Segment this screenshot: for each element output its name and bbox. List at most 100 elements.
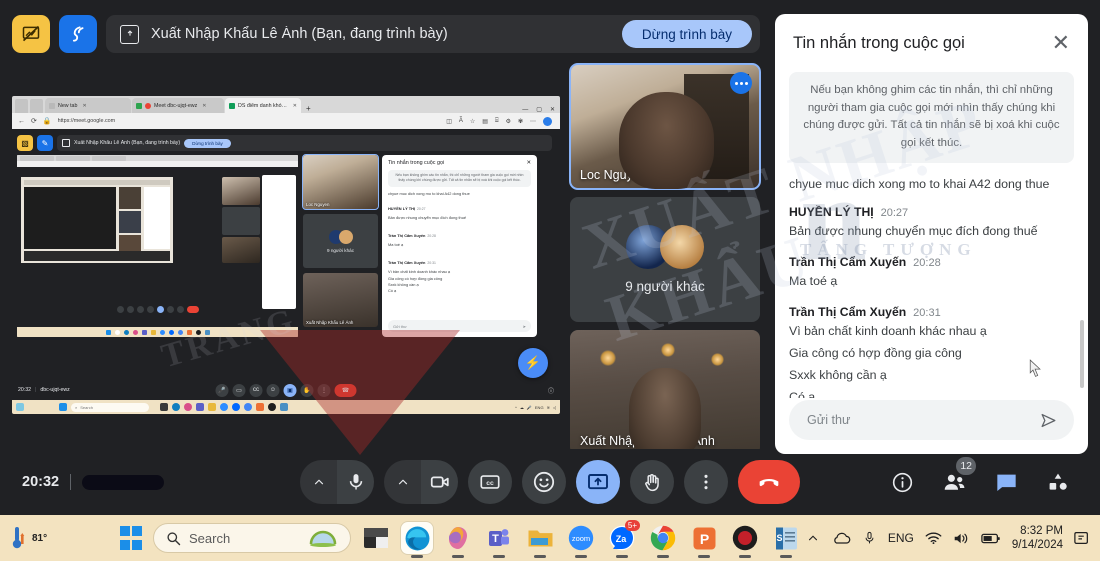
microphone-icon[interactable]	[337, 460, 374, 504]
participant-tile-loc-nguyen[interactable]: Loc Nguyen	[570, 64, 760, 189]
nested-tab-2-close-icon[interactable]: ✕	[202, 103, 206, 109]
nested-meet-right-controls[interactable]: ⓘ	[548, 386, 554, 395]
camera-options-chevron-up-icon[interactable]	[384, 460, 421, 504]
chevron-up-icon[interactable]	[806, 531, 820, 545]
nested-excel-document-icon[interactable]	[280, 403, 288, 411]
screen-recorder-icon[interactable]	[729, 522, 761, 554]
nested-raised-hand-icon[interactable]: ✋	[301, 384, 314, 397]
participants-button[interactable]: 12	[934, 462, 974, 502]
zalo-icon[interactable]: Za 5+	[606, 522, 638, 554]
nested-annotate-pen-icon[interactable]: ✎	[37, 135, 53, 151]
nested-zalo-icon[interactable]	[232, 403, 240, 411]
microphone-control-group[interactable]	[300, 460, 374, 504]
nested-tab-1[interactable]: New tab ✕	[45, 98, 131, 113]
file-explorer-icon[interactable]	[360, 522, 392, 554]
nested-microsoft-edge-icon[interactable]	[172, 403, 180, 411]
nested-tab-3[interactable]: DS điểm danh khóa BCGT - KB1 ✕	[225, 98, 301, 113]
nested-toolbar-icons[interactable]: ◫A᷈ ☆▤ ⌸⚙ ✾⋯	[446, 117, 554, 126]
chat-input[interactable]	[805, 412, 1039, 428]
excel-document-icon[interactable]: S	[770, 522, 802, 554]
nested-screen-recorder-icon[interactable]	[268, 403, 276, 411]
nested-video-camera-icon[interactable]: ▭	[233, 384, 246, 397]
send-paper-plane-icon[interactable]	[1039, 411, 1058, 430]
nested-screen-share-blocked-icon[interactable]: ▧	[17, 135, 33, 151]
battery-icon[interactable]	[981, 532, 1001, 545]
nested-phone-hangup-icon[interactable]: ☎	[335, 384, 357, 397]
more-options-dots-icon[interactable]	[730, 72, 752, 94]
nested-tile-1[interactable]: 9 người khác	[303, 214, 378, 268]
nested-copilot-icon[interactable]	[184, 403, 192, 411]
onedrive-cloud-icon[interactable]	[831, 531, 851, 545]
mic-options-chevron-up-icon[interactable]	[300, 460, 337, 504]
nested-microphone-icon[interactable]: 🎤	[216, 384, 229, 397]
chat-scrollbar[interactable]	[1080, 320, 1084, 388]
powerpoint-icon[interactable]: P	[688, 522, 720, 554]
screen-share-blocked-icon[interactable]	[12, 15, 50, 53]
wifi-icon[interactable]	[925, 531, 942, 545]
nested-microsoft-teams-icon[interactable]	[196, 403, 204, 411]
reactions-button[interactable]	[522, 460, 566, 504]
participant-tile-others[interactable]: 9 người khác	[570, 197, 760, 322]
nested-zoom-icon[interactable]	[220, 403, 228, 411]
taskbar-search-box[interactable]: Search	[153, 523, 351, 553]
nested-taskbar-search[interactable]: ⌕ Search	[71, 403, 149, 412]
annotate-pen-icon[interactable]	[59, 15, 97, 53]
participant-tile-le-anh[interactable]: Xuất Nhập Khẩu Lê Ánh	[570, 330, 760, 455]
nested-meet-controls[interactable]: 🎤 ▭ cc ☺ ▣ ✋ ⋮ ☎	[216, 384, 357, 397]
nested-present-screen-icon[interactable]: ▣	[284, 384, 297, 397]
nested-back-icon[interactable]: ←	[18, 118, 25, 125]
leave-call-button[interactable]	[738, 460, 800, 504]
nested-url-text[interactable]: https://meet.google.com	[58, 118, 116, 124]
stop-presenting-button[interactable]: Dừng trình bày	[622, 20, 752, 48]
meeting-details-button[interactable]	[882, 462, 922, 502]
camera-control-group[interactable]	[384, 460, 458, 504]
nested-emoji-smiley-icon[interactable]: ☺	[267, 384, 280, 397]
nested-page-info-icon[interactable]: 🔒	[43, 117, 52, 125]
nested-reload-icon[interactable]: ⟳	[31, 117, 37, 125]
nested-tile-0[interactable]: Loc Nguyen	[303, 155, 378, 209]
zoom-icon[interactable]: zoom	[565, 522, 597, 554]
nested-tab-2[interactable]: Meet dbc-ujqt-ewz ✕	[132, 98, 224, 113]
nested-file-explorer-icon[interactable]	[160, 403, 168, 411]
activities-button[interactable]	[1038, 462, 1078, 502]
copilot-icon[interactable]	[442, 522, 474, 554]
chat-button[interactable]	[986, 462, 1026, 502]
nested-widgets-weather-icon[interactable]	[16, 403, 24, 411]
microsoft-teams-icon[interactable]: T	[483, 522, 515, 554]
google-chrome-icon[interactable]	[647, 522, 679, 554]
nested-system-tray[interactable]: ^☁ 🎤ENG ≋◁	[515, 405, 556, 410]
windows-start-icon[interactable]	[118, 525, 144, 551]
nested-floating-bubble-icon[interactable]: ⚡	[518, 348, 548, 378]
nested-closed-caption-icon[interactable]: cc	[250, 384, 263, 397]
folder-icon[interactable]	[524, 522, 556, 554]
notification-icon[interactable]	[1074, 530, 1090, 546]
nested-powerpoint-icon[interactable]	[256, 403, 264, 411]
language-indicator[interactable]: ENG	[888, 531, 914, 545]
nested-tile-2[interactable]: Xuất Nhập Khẩu Lê Ánh	[303, 273, 378, 327]
speaker-icon[interactable]	[953, 531, 970, 546]
nested-folder-icon[interactable]	[208, 403, 216, 411]
close-x-icon[interactable]: ✕	[1052, 32, 1070, 54]
nested-tab-3-close-icon[interactable]: ✕	[293, 103, 297, 109]
nested-three-dots-vertical-icon[interactable]: ⋮	[318, 384, 331, 397]
nested-tab-1-close-icon[interactable]: ✕	[82, 103, 86, 109]
nested-stop-presenting-button[interactable]: Dừng trình bày	[184, 139, 231, 148]
nested-new-tab-icon[interactable]: +	[306, 104, 311, 113]
taskbar-clock[interactable]: 8:32 PM 9/14/2024	[1012, 524, 1063, 553]
nested-window-controls[interactable]: —▢✕	[522, 106, 560, 113]
shared-screen-content[interactable]: New tab ✕ Meet dbc-ujqt-ewz ✕ DS điểm da…	[12, 96, 560, 414]
nested-windows-start-icon[interactable]	[59, 403, 67, 411]
nested-send-paper-plane-icon[interactable]: ➤	[523, 324, 526, 329]
nested-chat-input[interactable]: Gửi thư ➤	[388, 320, 531, 332]
raise-hand-button[interactable]	[630, 460, 674, 504]
more-options-button[interactable]	[684, 460, 728, 504]
captions-button[interactable]: cc	[468, 460, 512, 504]
video-camera-icon[interactable]	[421, 460, 458, 504]
nested-info-circle-icon[interactable]: ⓘ	[548, 386, 554, 395]
microphone-icon[interactable]	[862, 530, 877, 546]
nested-google-chrome-icon[interactable]	[244, 403, 252, 411]
microsoft-edge-icon[interactable]	[401, 522, 433, 554]
nested-chat-close-icon[interactable]: ✕	[526, 160, 531, 166]
present-now-button[interactable]	[576, 460, 620, 504]
weather-widget[interactable]: 81°	[10, 525, 47, 551]
